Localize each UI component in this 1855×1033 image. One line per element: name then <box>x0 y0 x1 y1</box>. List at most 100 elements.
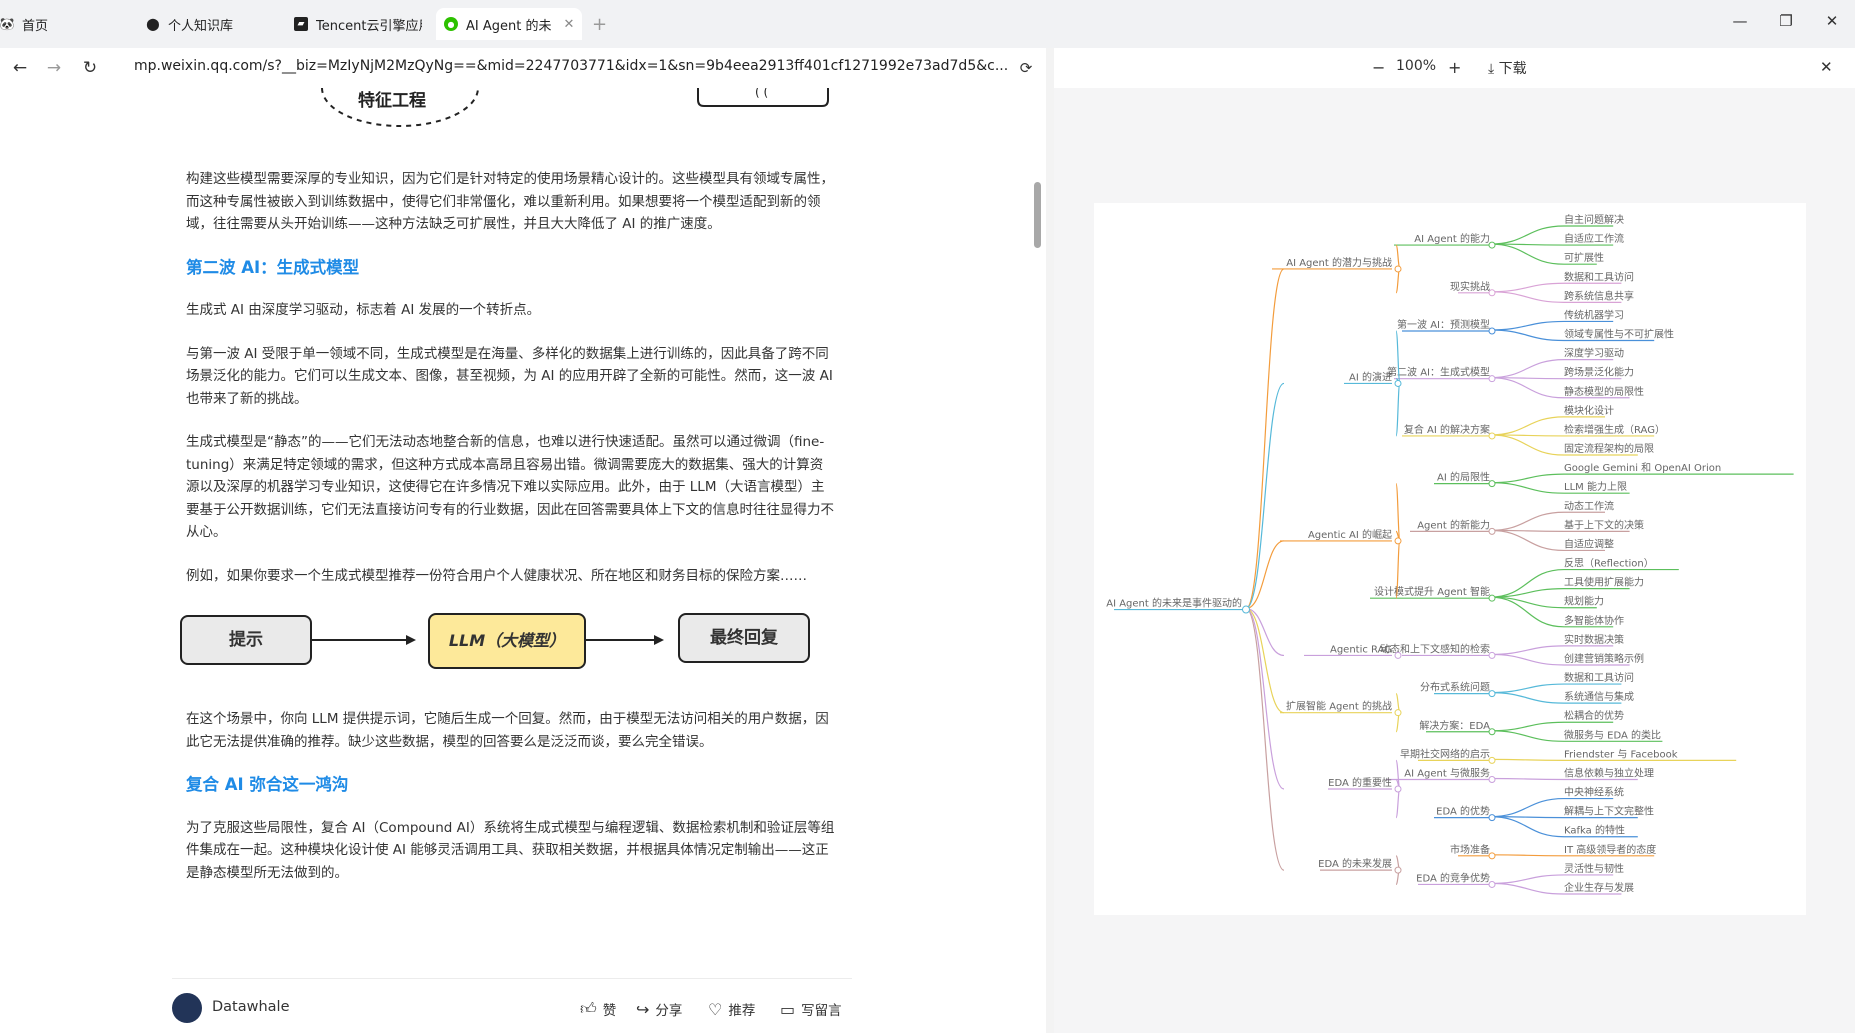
mindmap-leaf: 跨场景泛化能力 <box>1564 366 1634 379</box>
new-tab-button[interactable]: + <box>592 8 612 40</box>
tab-label: AI Agent 的未 <box>466 18 552 34</box>
mindmap-child: EDA 的优势 <box>1436 805 1490 818</box>
zoom-out-button[interactable]: − <box>1372 58 1385 77</box>
mindmap-child-link <box>1395 244 1401 269</box>
mindmap-leaf-link <box>1489 653 1565 666</box>
comment-label: 写留言 <box>801 1003 842 1019</box>
paragraph: 生成式模型是“静态”的——它们无法动态地整合新的信息，也难以进行快速适配。虽然可… <box>186 434 834 540</box>
address-bar: ← → ↻ mp.weixin.qq.com/s?__biz=MzIyNjM2M… <box>0 48 1046 88</box>
zoom-in-button[interactable]: + <box>1448 58 1461 77</box>
mindmap-child: AI Agent 的能力 <box>1414 232 1490 245</box>
wechat-icon: ● <box>444 17 458 31</box>
article-pane: ( ( 特征工程 构建这些模型需要深厚的专业知识，因为它们是针对特定的使用场景精… <box>0 88 1046 1033</box>
mindmap-child-node <box>1488 690 1496 698</box>
mindmap-branch-node <box>1394 265 1402 273</box>
paragraph: 为了克服这些局限性，复合 AI（Compound AI）系统将生成式模型与编程逻… <box>186 819 835 881</box>
share-label: 分享 <box>655 1003 683 1019</box>
mindmap-branch-node <box>1394 651 1402 659</box>
mindmap-leaf: 工具使用扩展能力 <box>1564 576 1644 589</box>
tab-ai-agent[interactable]: ● AI Agent 的未 ✕ <box>436 8 582 40</box>
scrollbar-thumb[interactable] <box>1034 182 1041 248</box>
like-button[interactable]: 👍︎ 赞 <box>580 999 616 1019</box>
tab-knowledge-base[interactable]: ⬤ 个人知识库 <box>146 8 284 40</box>
mindmap-child-node <box>1488 432 1496 440</box>
mindmap-leaf: 灵活性与韧性 <box>1564 862 1624 875</box>
mindmap-root: AI Agent 的未来是事件驱动的 <box>1106 597 1242 610</box>
mindmap-child: 早期社交网络的启示 <box>1400 747 1490 760</box>
mindmap-branch: 扩展智能 Agent 的挑战 <box>1286 700 1392 713</box>
mindmap-branch: EDA 的未来发展 <box>1318 857 1392 870</box>
mindmap-child: 复合 AI 的解决方案 <box>1404 423 1490 436</box>
mindmap-leaf-link <box>1489 596 1565 628</box>
mindmap-child-node <box>1488 852 1496 860</box>
mindmap-leaf: 反思（Reflection） <box>1564 558 1654 570</box>
mindmap-child-node <box>1488 880 1496 888</box>
mindmap-leaf: 可扩展性 <box>1564 251 1604 264</box>
mindmap-leaf: 规划能力 <box>1564 595 1604 608</box>
flow-diagram: 提示 LLM（大模型） 最终回复 <box>172 608 832 688</box>
mindmap-leaf: 实时数据决策 <box>1564 633 1624 646</box>
comment-button[interactable]: ▭ 写留言 <box>780 999 842 1020</box>
mindmap-leaf: Friendster 与 Facebook <box>1564 748 1678 760</box>
close-viewer-icon[interactable]: ✕ <box>1820 58 1833 76</box>
forward-arrow-icon[interactable]: → <box>42 56 66 80</box>
restore-icon[interactable]: ❐ <box>1772 12 1800 30</box>
section-heading: 第二波 AI：生成式模型 <box>186 257 360 277</box>
mindmap-child-node <box>1488 480 1496 488</box>
account-name[interactable]: Datawhale <box>212 999 290 1015</box>
mindmap-leaf-link <box>1489 320 1565 331</box>
mindmap-leaf-link <box>1489 482 1565 494</box>
cropped-box-mark: ( ( <box>755 88 768 99</box>
download-button[interactable]: ⤓ 下载 <box>1488 58 1527 78</box>
mindmap-leaf-link <box>1489 730 1565 742</box>
mindmap-child-link <box>1395 381 1401 437</box>
paragraph: 与第一波 AI 受限于单一领域不同，生成式模型是在海量、多样化的数据集上进行训练… <box>186 345 833 407</box>
mindmap: 自主问题解决自适应工作流可扩展性 AI Agent 的能力数据和工具访问跨系统信息… <box>1106 213 1794 895</box>
mindmap-child: AI Agent 与微服务 <box>1404 766 1490 779</box>
close-tab-icon[interactable]: ✕ <box>563 17 574 32</box>
mindmap-leaf: 自适应工作流 <box>1564 232 1624 245</box>
mindmap-child-link <box>1395 693 1401 713</box>
mindmap-branch-link <box>1245 607 1285 790</box>
mindmap-leaf-link <box>1489 434 1565 456</box>
page-action-icon[interactable]: ⟳ <box>1014 56 1038 80</box>
mindmap-leaf: 数据和工具访问 <box>1564 270 1634 283</box>
tab-label: Tencent云引擎应用 <box>316 18 422 34</box>
url-field[interactable]: mp.weixin.qq.com/s?__biz=MzIyNjM2MzQyNg=… <box>134 58 1008 74</box>
mindmap-leaf: IT 高级领导者的态度 <box>1564 843 1656 856</box>
mindmap-child-node <box>1488 327 1496 335</box>
tab-tencent[interactable]: ▰ Tencent云引擎应用 <box>294 8 430 40</box>
mindmap-branch: Agentic AI 的崛起 <box>1308 528 1392 541</box>
tab-home[interactable]: 🐼 首页 <box>0 8 136 40</box>
mindmap-leaf: 传统机器学习 <box>1564 308 1624 321</box>
top-diagram: ( ( <box>321 88 829 127</box>
share-button[interactable]: ↪ 分享 <box>636 999 683 1020</box>
mindmap-leaf: 检索增强生成（RAG） <box>1564 423 1665 436</box>
mindmap-leaf: 数据和工具访问 <box>1564 671 1634 684</box>
back-arrow-icon[interactable]: ← <box>8 56 32 80</box>
mindmap-leaf: 模块化设计 <box>1564 404 1614 417</box>
feature-engineering-label: 特征工程 <box>358 91 426 111</box>
llm-box: LLM（大模型） <box>428 613 586 669</box>
recommend-button[interactable]: ♡ 推荐 <box>708 999 755 1020</box>
close-window-icon[interactable]: ✕ <box>1818 12 1846 30</box>
reload-icon[interactable]: ↻ <box>78 56 102 80</box>
mindmap-child: 分布式系统问题 <box>1420 681 1490 694</box>
mindmap-leaf-link <box>1489 721 1565 732</box>
minimize-icon[interactable]: — <box>1726 12 1754 30</box>
mindmap-leaf-link <box>1489 243 1565 265</box>
mindmap-leaf: 微服务与 EDA 的类比 <box>1564 728 1661 741</box>
mindmap-leaf: 基于上下文的决策 <box>1564 518 1644 531</box>
tab-label: 个人知识库 <box>168 18 234 34</box>
mindmap-leaf-link <box>1489 797 1565 818</box>
download-icon: ⤓ <box>1488 61 1495 77</box>
mindmap-branch-node <box>1394 709 1402 717</box>
mindmap-branch-node <box>1394 537 1402 545</box>
mindmap-child-node <box>1488 375 1496 383</box>
mindmap-leaf-link <box>1489 359 1565 379</box>
mindmap-child-node <box>1488 814 1496 822</box>
avatar[interactable] <box>172 993 202 1023</box>
mindmap-canvas: 自主问题解决 自适应工作流 可扩展性 AI Agent 的能力 数据和工具访问 跨系统信息… <box>1094 203 1806 915</box>
panda-icon: 🐼 <box>0 17 15 31</box>
mindmap-child: 解决方案：EDA <box>1419 719 1490 732</box>
